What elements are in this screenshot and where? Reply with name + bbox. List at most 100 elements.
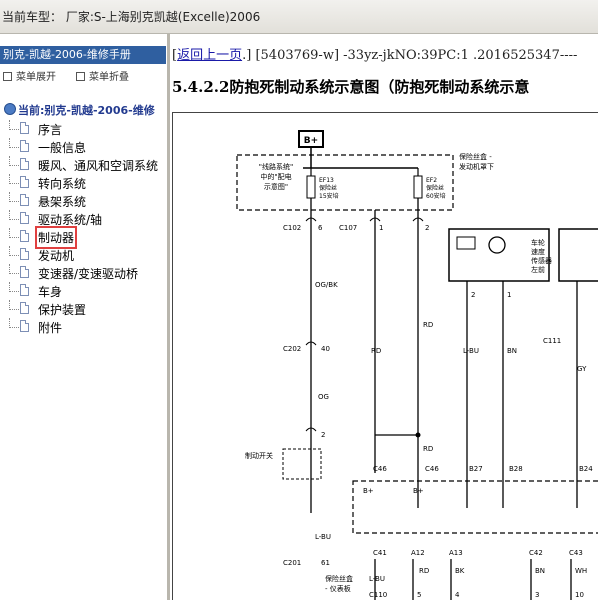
svg-text:EF13: EF13 [319,177,334,184]
svg-text:EF2: EF2 [426,177,437,184]
tree-item-driveline[interactable]: 驱动系统/轴 [0,210,166,228]
abs-module [352,480,598,534]
back-link[interactable]: 返回上一页 [177,48,242,63]
svg-text:制动开关: 制动开关 [245,451,273,460]
svg-text:RD: RD [423,445,433,453]
tree-item-engine[interactable]: 发动机 [0,246,166,264]
svg-text:1: 1 [379,224,383,232]
wiring-diagram: B+ "线路系统" 中的"配电 示意图" 保险丝盒 - 发动机罩下 EF13 保… [172,112,598,600]
svg-text:BN: BN [507,347,517,355]
svg-text:C102: C102 [283,224,301,232]
document-icon [20,302,29,314]
document-icon [20,212,29,224]
svg-text:B27: B27 [469,465,483,473]
svg-text:L-BU: L-BU [369,575,385,583]
svg-text:40: 40 [321,345,330,353]
wiring-diagram-svg: B+ "线路系统" 中的"配电 示意图" 保险丝盒 - 发动机罩下 EF13 保… [236,130,598,600]
document-icon [20,158,29,170]
window-title: 当前车型： 厂家:S-上海别克凯越(Excelle)2006 [2,10,261,24]
tree-item-preface[interactable]: 序言 [0,120,166,138]
svg-text:61: 61 [321,559,330,567]
tree-item-body[interactable]: 车身 [0,282,166,300]
svg-text:6: 6 [318,224,323,232]
svg-text:保险丝: 保险丝 [426,184,444,192]
document-icon [20,248,29,260]
svg-text:15安培: 15安培 [319,192,339,200]
svg-text:RD: RD [419,567,429,575]
sidebar: 别克-凯越-2006-维修手册 菜单展开 菜单折叠 当前:别克-凯越-2006-… [0,34,170,600]
tree-item-general-info[interactable]: 一般信息 [0,138,166,156]
doc-code: [5403769-w] -33yz-jkNO:39PC:1 .201652534… [255,48,578,63]
svg-text:WH: WH [575,567,587,575]
document-icon [20,266,29,278]
svg-text:L-BU: L-BU [315,533,331,541]
svg-text:B24: B24 [579,465,593,473]
tree-item-accessories[interactable]: 附件 [0,318,166,336]
svg-text:5: 5 [417,591,421,599]
svg-text:A13: A13 [449,549,463,557]
document-icon [20,230,29,242]
svg-text:C41: C41 [373,549,387,557]
tree-item-hvac[interactable]: 暖风、通风和空调系统 [0,156,166,174]
svg-text:保险丝盒: 保险丝盒 [325,574,353,583]
svg-text:C110: C110 [369,591,387,599]
svg-text:C202: C202 [283,345,301,353]
svg-text:10: 10 [575,591,584,599]
svg-text:3: 3 [535,591,539,599]
tree-buttons: 菜单展开 菜单折叠 [0,68,166,84]
svg-text:保险丝盒 -: 保险丝盒 - [459,152,492,161]
title-bar: 当前车型： 厂家:S-上海别克凯越(Excelle)2006 [0,0,598,34]
expand-menu-button[interactable]: 菜单展开 [3,68,56,83]
svg-text:60安培: 60安培 [426,192,446,200]
svg-text:4: 4 [455,591,460,599]
content-pane: [返回上一页.] [5403769-w] -33yz-jkNO:39PC:1 .… [170,34,598,600]
svg-text:RD: RD [423,321,433,329]
tree-item-transmission[interactable]: 变速器/变速驱动桥 [0,264,166,282]
svg-text:发动机罩下: 发动机罩下 [459,162,494,171]
svg-text:左前: 左前 [531,265,545,274]
svg-text:C43: C43 [569,549,583,557]
svg-text:保险丝: 保险丝 [319,184,337,192]
fuse-ef2 [413,175,423,199]
document-icon [20,194,29,206]
svg-text:OG: OG [318,393,329,401]
svg-text:OG/BK: OG/BK [315,281,338,289]
tree-item-steering[interactable]: 转向系统 [0,174,166,192]
svg-text:- 仪表板: - 仪表板 [325,584,351,593]
svg-text:中的"配电: 中的"配电 [260,172,291,181]
svg-text:GY: GY [577,365,587,373]
document-icon [20,284,29,296]
power-label: B+ [304,136,318,146]
tree-item-suspension[interactable]: 悬架系统 [0,192,166,210]
svg-text:车轮: 车轮 [531,238,545,247]
svg-text:"线路系统": "线路系统" [259,162,293,171]
collapse-icon [76,72,85,81]
svg-text:C201: C201 [283,559,301,567]
document-icon [20,320,29,332]
svg-text:C42: C42 [529,549,543,557]
svg-text:示意图": 示意图" [264,182,288,191]
globe-icon [4,103,16,115]
fuse-ef13 [306,175,316,199]
svg-text:BN: BN [535,567,545,575]
svg-text:2: 2 [471,291,475,299]
svg-text:A12: A12 [411,549,425,557]
svg-text:RD: RD [371,347,381,355]
tree-item-brakes[interactable]: 制动器 [0,226,166,249]
svg-text:C107: C107 [339,224,357,232]
svg-text:B+: B+ [363,487,374,495]
svg-text:B+: B+ [413,487,424,495]
page-title: 5.4.2.2防抱死制动系统示意图（防抱死制动系统示意 [172,78,530,96]
svg-text:C46: C46 [373,465,387,473]
document-icon [20,176,29,188]
svg-text:C111: C111 [543,337,561,345]
svg-text:2: 2 [321,431,325,439]
document-icon [20,140,29,152]
collapse-menu-button[interactable]: 菜单折叠 [76,68,129,83]
svg-text:速度: 速度 [531,247,545,256]
document-icon [20,122,29,134]
tree-root[interactable]: 当前:别克-凯越-2006-维修 [4,102,155,118]
doc-header-line: [返回上一页.] [5403769-w] -33yz-jkNO:39PC:1 .… [172,48,578,63]
svg-text:BK: BK [455,567,465,575]
tree-item-restraints[interactable]: 保护装置 [0,300,166,318]
